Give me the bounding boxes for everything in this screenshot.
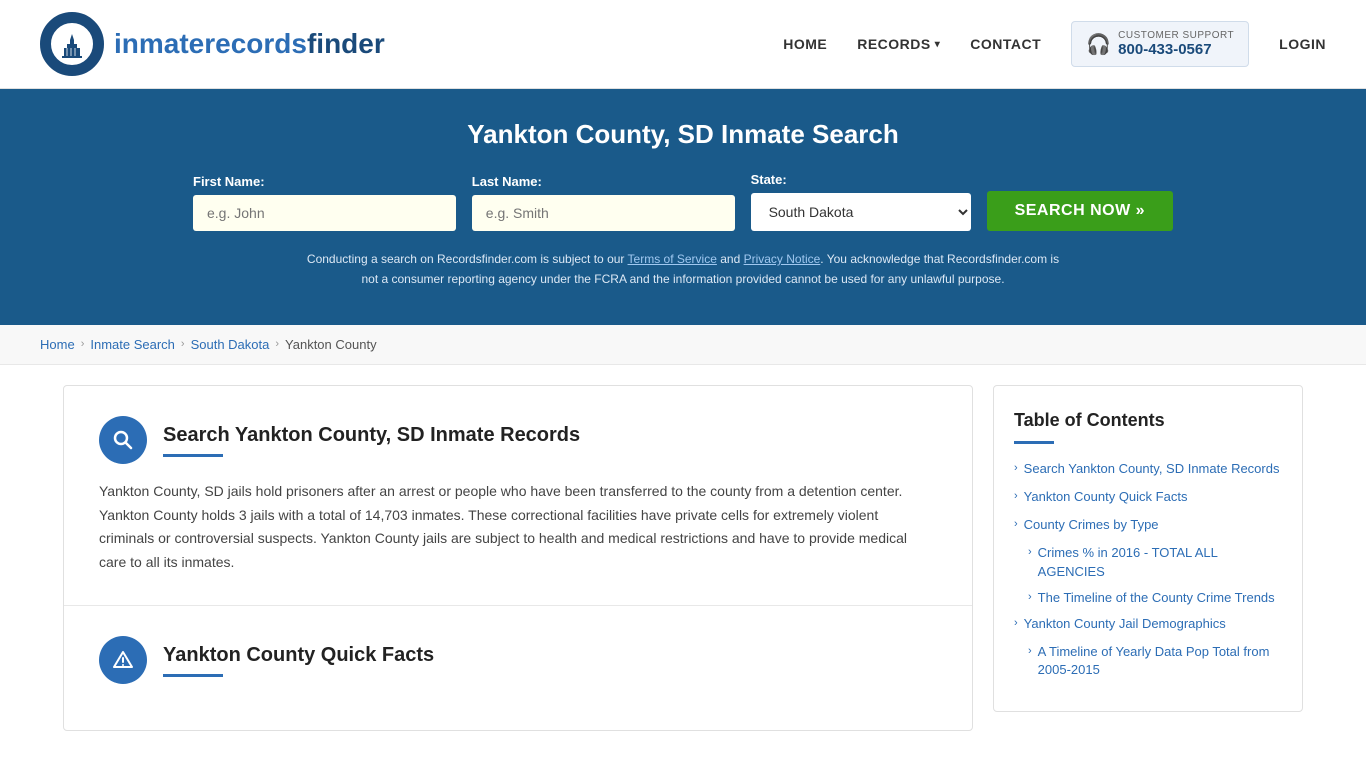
toc-link-1[interactable]: Search Yankton County, SD Inmate Records xyxy=(1024,460,1280,478)
nav-home[interactable]: HOME xyxy=(783,36,827,52)
nav-login[interactable]: LOGIN xyxy=(1279,36,1326,52)
hero-title: Yankton County, SD Inmate Search xyxy=(40,119,1326,150)
hero-section: Yankton County, SD Inmate Search First N… xyxy=(0,89,1366,325)
logo-text: inmaterecordsfinder xyxy=(114,28,385,60)
last-name-input[interactable] xyxy=(472,195,735,231)
toc-sub-2: › A Timeline of Yearly Data Pop Total fr… xyxy=(1014,643,1282,679)
nav-contact[interactable]: CONTACT xyxy=(970,36,1041,52)
section1-title-block: Search Yankton County, SD Inmate Records xyxy=(163,422,580,457)
breadcrumb-sep-1: › xyxy=(81,338,85,350)
toc-chevron-5: › xyxy=(1028,591,1032,603)
breadcrumb-inmate-search[interactable]: Inmate Search xyxy=(90,337,175,352)
last-name-group: Last Name: xyxy=(472,174,735,231)
toc-chevron-3: › xyxy=(1014,518,1018,530)
privacy-link[interactable]: Privacy Notice xyxy=(744,252,821,266)
breadcrumb: Home › Inmate Search › South Dakota › Ya… xyxy=(0,325,1366,365)
toc-link-7[interactable]: A Timeline of Yearly Data Pop Total from… xyxy=(1038,643,1282,679)
section-inmate-records: Search Yankton County, SD Inmate Records… xyxy=(64,386,972,606)
toc-item-3: › County Crimes by Type xyxy=(1014,516,1282,534)
breadcrumb-sep-2: › xyxy=(181,338,185,350)
toc-item-5: › The Timeline of the County Crime Trend… xyxy=(1028,589,1282,607)
toc-chevron-2: › xyxy=(1014,490,1018,502)
state-label: State: xyxy=(751,172,787,187)
first-name-input[interactable] xyxy=(193,195,456,231)
logo-icon xyxy=(40,12,104,76)
logo-text-part2: finder xyxy=(307,28,385,59)
first-name-group: First Name: xyxy=(193,174,456,231)
toc-item-7: › A Timeline of Yearly Data Pop Total fr… xyxy=(1028,643,1282,679)
terms-link[interactable]: Terms of Service xyxy=(628,252,717,266)
toc-link-3[interactable]: County Crimes by Type xyxy=(1024,516,1159,534)
toc-chevron-7: › xyxy=(1028,645,1032,657)
state-group: State: South Dakota Alabama Alaska Arizo… xyxy=(751,172,971,231)
support-label: CUSTOMER SUPPORT xyxy=(1118,30,1234,41)
logo-text-part1: inmaterecords xyxy=(114,28,307,59)
customer-support-box: 🎧 CUSTOMER SUPPORT 800-433-0567 xyxy=(1071,21,1249,67)
section1-body: Yankton County, SD jails hold prisoners … xyxy=(99,480,937,575)
section1-header: Search Yankton County, SD Inmate Records xyxy=(99,416,937,464)
toc-box: Table of Contents › Search Yankton Count… xyxy=(993,385,1303,713)
nav-records[interactable]: RECORDS ▾ xyxy=(857,36,940,52)
support-text-area: CUSTOMER SUPPORT 800-433-0567 xyxy=(1118,30,1234,58)
nav-records-label: RECORDS xyxy=(857,36,931,52)
hero-disclaimer: Conducting a search on Recordsfinder.com… xyxy=(303,249,1063,290)
section-quick-facts: Yankton County Quick Facts xyxy=(64,606,972,730)
toc-chevron-4: › xyxy=(1028,546,1032,558)
article: Search Yankton County, SD Inmate Records… xyxy=(63,385,973,731)
toc-link-2[interactable]: Yankton County Quick Facts xyxy=(1024,488,1188,506)
toc-link-6[interactable]: Yankton County Jail Demographics xyxy=(1024,615,1226,633)
section2-title: Yankton County Quick Facts xyxy=(163,642,434,668)
state-select[interactable]: South Dakota Alabama Alaska Arizona xyxy=(751,193,971,231)
sidebar: Table of Contents › Search Yankton Count… xyxy=(993,385,1303,731)
toc-chevron-6: › xyxy=(1014,617,1018,629)
toc-list: › Search Yankton County, SD Inmate Recor… xyxy=(1014,460,1282,680)
toc-sub-1: › Crimes % in 2016 - TOTAL ALL AGENCIES … xyxy=(1014,544,1282,607)
breadcrumb-current: Yankton County xyxy=(285,337,377,352)
site-header: inmaterecordsfinder HOME RECORDS ▾ CONTA… xyxy=(0,0,1366,89)
toc-title: Table of Contents xyxy=(1014,410,1282,431)
breadcrumb-south-dakota[interactable]: South Dakota xyxy=(191,337,270,352)
toc-link-5[interactable]: The Timeline of the County Crime Trends xyxy=(1038,589,1275,607)
toc-divider xyxy=(1014,441,1054,444)
toc-chevron-1: › xyxy=(1014,462,1018,474)
toc-item-4: › Crimes % in 2016 - TOTAL ALL AGENCIES xyxy=(1028,544,1282,580)
main-nav: HOME RECORDS ▾ CONTACT 🎧 CUSTOMER SUPPOR… xyxy=(783,21,1326,67)
headset-icon: 🎧 xyxy=(1086,32,1110,56)
breadcrumb-sep-3: › xyxy=(275,338,279,350)
breadcrumb-home[interactable]: Home xyxy=(40,337,75,352)
toc-link-4[interactable]: Crimes % in 2016 - TOTAL ALL AGENCIES xyxy=(1038,544,1282,580)
section1-underline xyxy=(163,454,223,457)
section1-title: Search Yankton County, SD Inmate Records xyxy=(163,422,580,448)
support-number[interactable]: 800-433-0567 xyxy=(1118,41,1234,58)
toc-item-6: › Yankton County Jail Demographics xyxy=(1014,615,1282,633)
alert-circle-icon xyxy=(99,636,147,684)
section2-underline xyxy=(163,674,223,677)
search-now-button[interactable]: SEARCH NOW » xyxy=(987,191,1173,231)
first-name-label: First Name: xyxy=(193,174,265,189)
toc-item-1: › Search Yankton County, SD Inmate Recor… xyxy=(1014,460,1282,478)
toc-item-2: › Yankton County Quick Facts xyxy=(1014,488,1282,506)
records-chevron-down-icon: ▾ xyxy=(935,39,941,50)
section2-title-block: Yankton County Quick Facts xyxy=(163,642,434,677)
last-name-label: Last Name: xyxy=(472,174,542,189)
search-form: First Name: Last Name: State: South Dako… xyxy=(193,172,1173,231)
section2-header: Yankton County Quick Facts xyxy=(99,636,937,684)
search-circle-icon xyxy=(99,416,147,464)
logo-area: inmaterecordsfinder xyxy=(40,12,385,76)
main-content: Search Yankton County, SD Inmate Records… xyxy=(43,385,1323,731)
